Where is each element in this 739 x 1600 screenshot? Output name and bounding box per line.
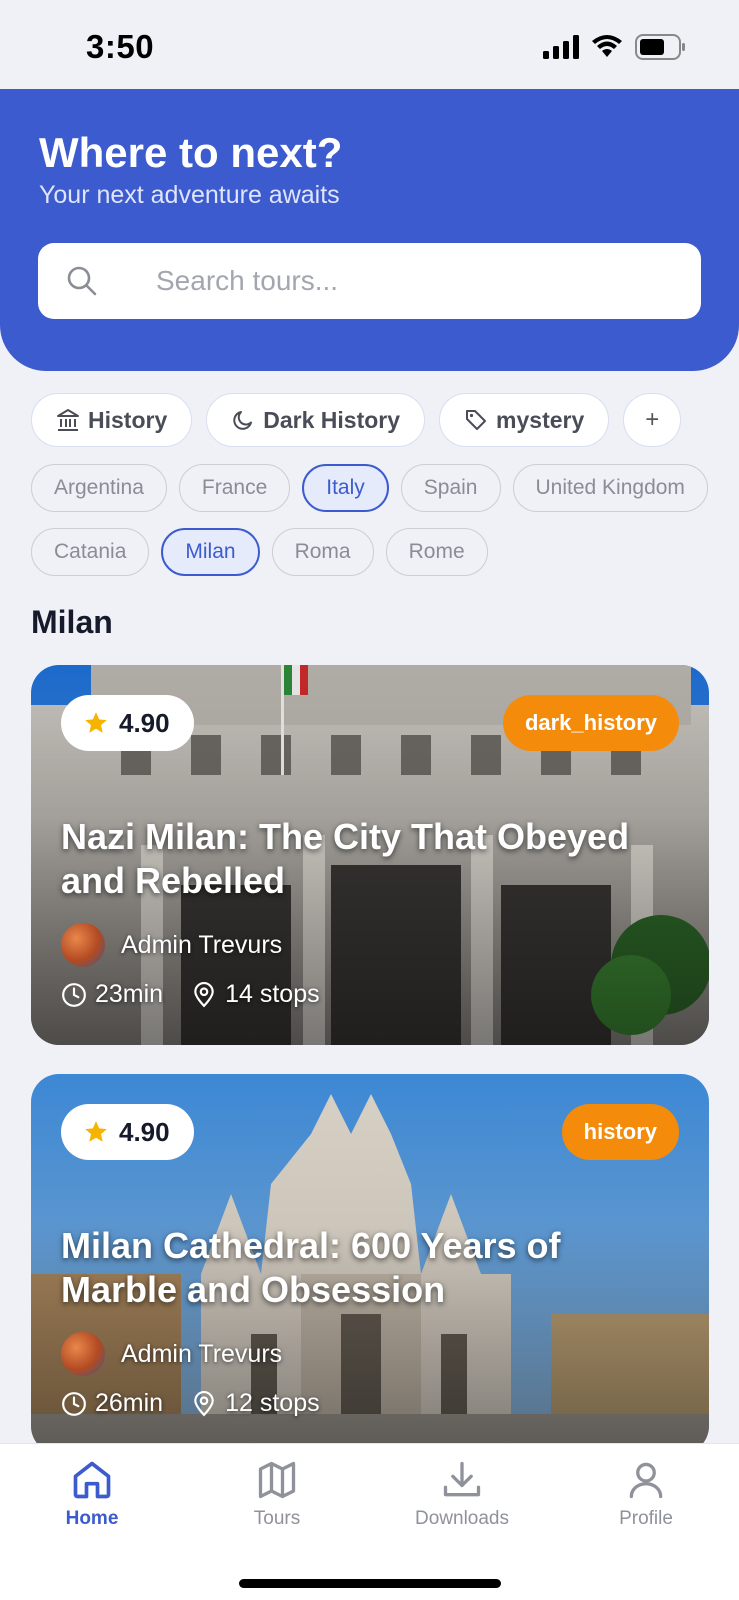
search-icon [67, 266, 97, 296]
battery-icon [635, 34, 685, 60]
tab-downloads[interactable]: Downloads [392, 1458, 532, 1530]
category-chip-history[interactable]: History [31, 393, 193, 447]
page-subtitle: Your next adventure awaits [39, 181, 340, 209]
tab-label: Profile [619, 1508, 673, 1529]
moon-icon [233, 411, 253, 430]
tab-home[interactable]: Home [22, 1458, 162, 1530]
rating-badge: 4.90 [61, 695, 194, 751]
avatar [61, 923, 105, 967]
add-category-button[interactable]: + [623, 393, 682, 447]
author-name: Admin Trevurs [121, 1339, 283, 1368]
avatar [61, 1332, 105, 1376]
status-time: 3:50 [86, 28, 155, 65]
country-chip-italy[interactable]: Italy [302, 464, 389, 512]
country-chip-united-kingdom[interactable]: United Kingdom [512, 464, 708, 512]
clock-icon [62, 982, 86, 1007]
country-chip-spain[interactable]: Spain [400, 464, 501, 512]
tab-label: Downloads [415, 1508, 509, 1529]
category-chip-dark-history[interactable]: Dark History [206, 393, 426, 447]
clock-icon [62, 1391, 86, 1416]
tour-stops: 14 stops [191, 980, 320, 1009]
download-icon [443, 1461, 481, 1497]
tour-duration: 23min [61, 980, 163, 1009]
tour-meta: 26min 12 stops [61, 1389, 320, 1418]
rating-value: 4.90 [119, 707, 170, 738]
tab-label: Home [65, 1508, 119, 1529]
duration-value: 23min [95, 980, 164, 1008]
star-icon [85, 1121, 107, 1142]
section-title: Milan [31, 604, 113, 640]
category-chips: History Dark History mystery + [31, 393, 682, 447]
profile-icon [629, 1462, 663, 1499]
category-chip-mystery[interactable]: mystery [439, 393, 610, 447]
home-icon [73, 1461, 111, 1499]
status-bar: 3:50 [0, 0, 739, 90]
star-icon [85, 712, 107, 733]
tab-tours[interactable]: Tours [207, 1458, 347, 1530]
tour-author: Admin Trevurs [61, 923, 282, 967]
city-chip-rome[interactable]: Rome [385, 528, 488, 576]
plus-icon: + [645, 406, 660, 433]
category-chip-label: History [88, 406, 168, 433]
search-input[interactable] [156, 243, 676, 319]
tour-stops: 12 stops [191, 1389, 320, 1418]
tour-title: Milan Cathedral: 600 Years of Marble and… [61, 1225, 561, 1310]
tour-author: Admin Trevurs [61, 1332, 282, 1376]
tour-tag-badge: history [561, 1104, 679, 1160]
tour-meta: 23min 14 stops [61, 980, 320, 1009]
map-icon [258, 1461, 296, 1499]
city-filters: Catania Milan Roma Rome [31, 528, 709, 576]
tour-title: Nazi Milan: The City That Obeyed and Reb… [61, 816, 630, 901]
tab-bar: Home Tours Downloads Profile [0, 1443, 739, 1600]
category-chip-label: Dark History [263, 406, 401, 433]
tab-label: Tours [253, 1508, 301, 1529]
city-chip-roma[interactable]: Roma [271, 528, 374, 576]
category-chip-label: mystery [496, 406, 585, 433]
stops-value: 12 stops [225, 1389, 320, 1417]
rating-value: 4.90 [119, 1116, 170, 1147]
status-icons [543, 34, 687, 60]
location-pin-icon [194, 981, 214, 1007]
home-indicator[interactable] [239, 1579, 501, 1588]
duration-value: 26min [95, 1389, 164, 1417]
country-chip-argentina[interactable]: Argentina [31, 464, 167, 512]
stops-value: 14 stops [225, 980, 320, 1008]
rating-badge: 4.90 [61, 1104, 194, 1160]
tour-tag-badge: dark_history [502, 695, 679, 751]
search-box[interactable] [38, 243, 701, 319]
signal-icon [543, 35, 579, 59]
tour-card[interactable]: 4.90 dark_history Nazi Milan: The City T… [31, 665, 709, 1045]
page-title: Where to next? [39, 129, 343, 176]
tour-card[interactable]: 4.90 history Milan Cathedral: 600 Years … [31, 1074, 709, 1454]
header: Where to next? Your next adventure await… [0, 89, 739, 371]
country-filters: Argentina France Italy Spain United King… [31, 464, 709, 512]
city-chip-catania[interactable]: Catania [31, 528, 150, 576]
tab-profile[interactable]: Profile [576, 1458, 716, 1530]
country-chip-france[interactable]: France [178, 464, 291, 512]
wifi-icon [592, 35, 622, 57]
location-pin-icon [194, 1390, 214, 1416]
tag-icon [466, 410, 487, 430]
city-chip-milan[interactable]: Milan [161, 528, 260, 576]
museum-icon [57, 409, 79, 431]
author-name: Admin Trevurs [121, 930, 283, 959]
tour-duration: 26min [61, 1389, 163, 1418]
